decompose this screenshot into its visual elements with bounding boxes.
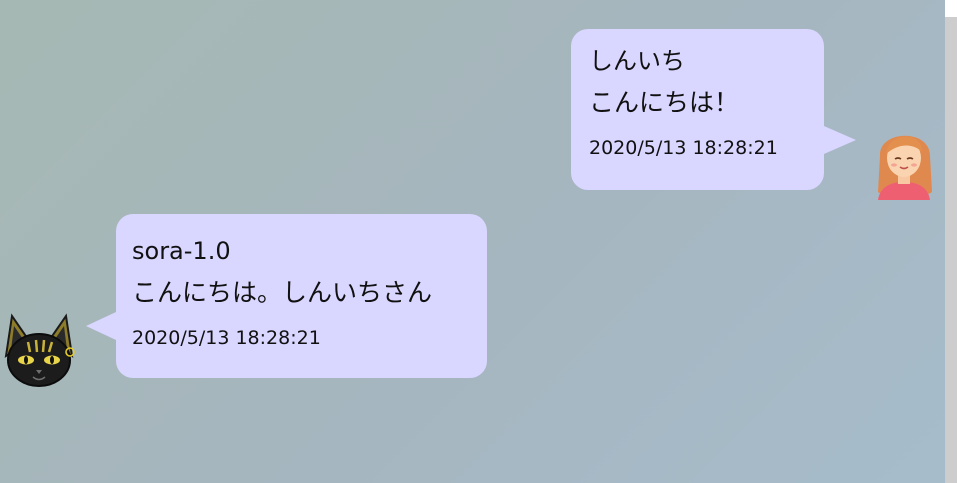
message-sender: sora-1.0: [132, 237, 231, 265]
message-timestamp: 2020/5/13 18:28:21: [589, 137, 778, 159]
message-sender: しんいち: [589, 47, 685, 75]
message-text: こんにちは。しんいちさん: [132, 278, 433, 307]
message-timestamp: 2020/5/13 18:28:21: [132, 327, 321, 349]
black-cat-bot-avatar: [0, 312, 78, 390]
user-girl-avatar: [870, 120, 938, 206]
message-bubble-user: しんいち こんにちは！ 2020/5/13 18:28:21: [571, 29, 856, 190]
chat-area: しんいち こんにちは！ 2020/5/13 18:28:21 sora-1.0 …: [0, 0, 945, 483]
message-bubble-bot: sora-1.0 こんにちは。しんいちさん 2020/5/13 18:28:21: [86, 214, 487, 378]
vertical-scrollbar[interactable]: [945, 17, 957, 483]
message-text: こんにちは！: [589, 88, 740, 117]
